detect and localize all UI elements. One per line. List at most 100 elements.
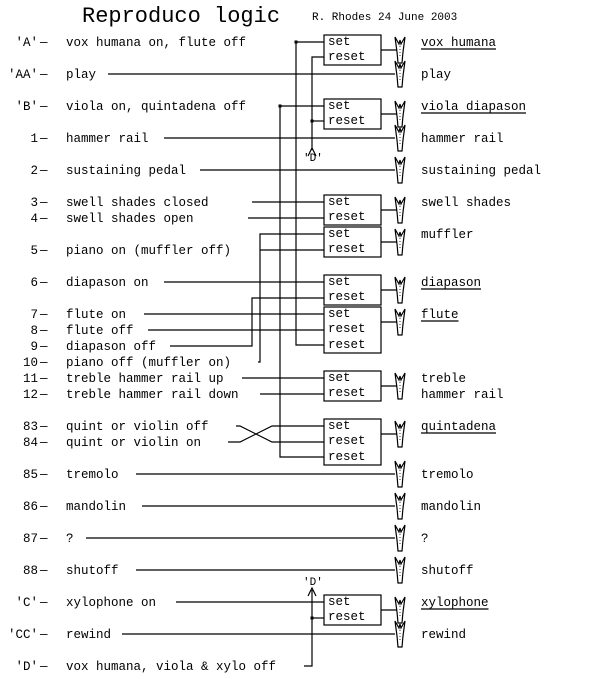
reproduco-logic-diagram: Reproduco logic R. Rhodes 24 June 2003 '… bbox=[8, 4, 541, 674]
output-label: hammer rail bbox=[421, 388, 504, 402]
input-label: tremolo bbox=[66, 468, 119, 482]
input-label: mandolin bbox=[66, 500, 126, 514]
input-label: piano off (muffler on) bbox=[66, 356, 231, 370]
latch-diapason: setreset bbox=[323, 274, 382, 306]
input-dash: — bbox=[39, 308, 48, 322]
input-row: 10— piano off (muffler on) bbox=[23, 356, 231, 370]
input-label: swell shades closed bbox=[66, 196, 209, 210]
latch-port-set: set bbox=[328, 371, 351, 385]
input-row: 12— treble hammer rail down bbox=[23, 388, 239, 402]
output-label: xylophone bbox=[421, 596, 489, 610]
latch-port-set: set bbox=[328, 195, 351, 209]
latch-port-set: set bbox=[328, 99, 351, 113]
author-date: R. Rhodes 24 June 2003 bbox=[312, 12, 457, 24]
valve-icon bbox=[394, 36, 406, 64]
output-label: vox humana bbox=[421, 36, 497, 50]
input-dash: — bbox=[39, 356, 48, 370]
latch-port-set: set bbox=[328, 35, 351, 49]
latch-muffler: setreset bbox=[323, 226, 382, 258]
output-label: muffler bbox=[421, 228, 474, 242]
input-label: ? bbox=[66, 532, 74, 546]
output-label: viola diapason bbox=[421, 100, 526, 114]
input-code: 'CC' bbox=[8, 628, 38, 642]
input-label: flute off bbox=[66, 324, 134, 338]
latch-viola: setreset bbox=[323, 98, 382, 130]
input-code: 1 bbox=[30, 132, 38, 146]
input-code: 2 bbox=[30, 164, 38, 178]
output-label: mandolin bbox=[421, 500, 481, 514]
input-label: treble hammer rail down bbox=[66, 388, 239, 402]
input-dash: — bbox=[39, 68, 48, 82]
latch-port-set: set bbox=[328, 275, 351, 289]
input-row: 87—? bbox=[23, 532, 74, 546]
a-to-flute-reset bbox=[295, 42, 324, 346]
valve-icon bbox=[394, 420, 406, 448]
input-dash: — bbox=[39, 596, 48, 610]
input-code: 'B' bbox=[15, 100, 38, 114]
output-label: treble bbox=[421, 372, 466, 386]
input-dash: — bbox=[39, 388, 48, 402]
valve-icon bbox=[394, 156, 406, 184]
latch-port-reset: reset bbox=[328, 610, 366, 624]
input-dash: — bbox=[39, 340, 48, 354]
input-dash: — bbox=[39, 532, 48, 546]
input-code: 10 bbox=[23, 356, 38, 370]
input-code: 8 bbox=[30, 324, 38, 338]
input-row: 88— shutoff bbox=[23, 564, 119, 578]
input-label: diapason off bbox=[66, 340, 156, 354]
output-label: flute bbox=[421, 308, 459, 322]
input-label: vox humana, viola & xylo off bbox=[66, 660, 276, 674]
output-list: vox humana play viola diapason hammer rail s… bbox=[421, 36, 541, 642]
input-code: 87 bbox=[23, 532, 38, 546]
input-dash: — bbox=[39, 500, 48, 514]
input-dash: — bbox=[39, 628, 48, 642]
valve-icon bbox=[394, 460, 406, 488]
latch-port-set: set bbox=[328, 595, 351, 609]
input-row: 85— tremolo bbox=[23, 468, 119, 482]
input-dash: — bbox=[39, 372, 48, 386]
input-code: 'AA' bbox=[8, 68, 38, 82]
input-label: viola on, quintadena off bbox=[66, 100, 246, 114]
input-label: xylophone on bbox=[66, 596, 156, 610]
input-label: swell shades open bbox=[66, 212, 194, 226]
input-label: shutoff bbox=[66, 564, 119, 578]
valve-icon bbox=[394, 620, 406, 648]
input-code: 'C' bbox=[15, 596, 38, 610]
input-dash: — bbox=[39, 244, 48, 258]
valve-icon bbox=[394, 372, 406, 400]
valve-icon bbox=[394, 276, 406, 304]
output-label: hammer rail bbox=[421, 132, 504, 146]
valves bbox=[394, 36, 406, 648]
output-label: play bbox=[421, 68, 452, 82]
quint-on-to-set bbox=[228, 425, 324, 443]
input-dash: — bbox=[39, 132, 48, 146]
latch-port-reset: reset bbox=[328, 290, 366, 304]
input-row: 4— swell shades open bbox=[30, 212, 193, 226]
input-dash: — bbox=[39, 164, 48, 178]
output-label: shutoff bbox=[421, 564, 474, 578]
input-row: 5— piano on (muffler off) bbox=[30, 244, 231, 258]
input-dash: — bbox=[39, 436, 48, 450]
input-row: 'AA' — play bbox=[8, 68, 97, 82]
input-code: 85 bbox=[23, 468, 38, 482]
input-row: 'CC' — rewind bbox=[8, 628, 111, 642]
latch-port-set: set bbox=[328, 227, 351, 241]
input-code: 7 bbox=[30, 308, 38, 322]
input-code: 9 bbox=[30, 340, 38, 354]
input-dash: — bbox=[39, 196, 48, 210]
junction-dot bbox=[310, 119, 314, 123]
latch-port-reset: reset bbox=[328, 114, 366, 128]
output-label: ? bbox=[421, 532, 429, 546]
d-bus-label-lower: 'D' bbox=[303, 577, 323, 589]
valve-icon bbox=[394, 228, 406, 256]
input-code: 3 bbox=[30, 196, 38, 210]
input-row: 86— mandolin bbox=[23, 500, 126, 514]
input-dash: — bbox=[39, 324, 48, 338]
input-dash: — bbox=[39, 36, 48, 50]
input-row: 'A' — vox humana on, flute off bbox=[15, 36, 246, 50]
output-label: quintadena bbox=[421, 420, 497, 434]
latch-port-reset: reset bbox=[328, 450, 366, 464]
valve-icon bbox=[394, 100, 406, 128]
input-dash: — bbox=[39, 420, 48, 434]
input-row: 6— diapason on bbox=[30, 276, 148, 290]
